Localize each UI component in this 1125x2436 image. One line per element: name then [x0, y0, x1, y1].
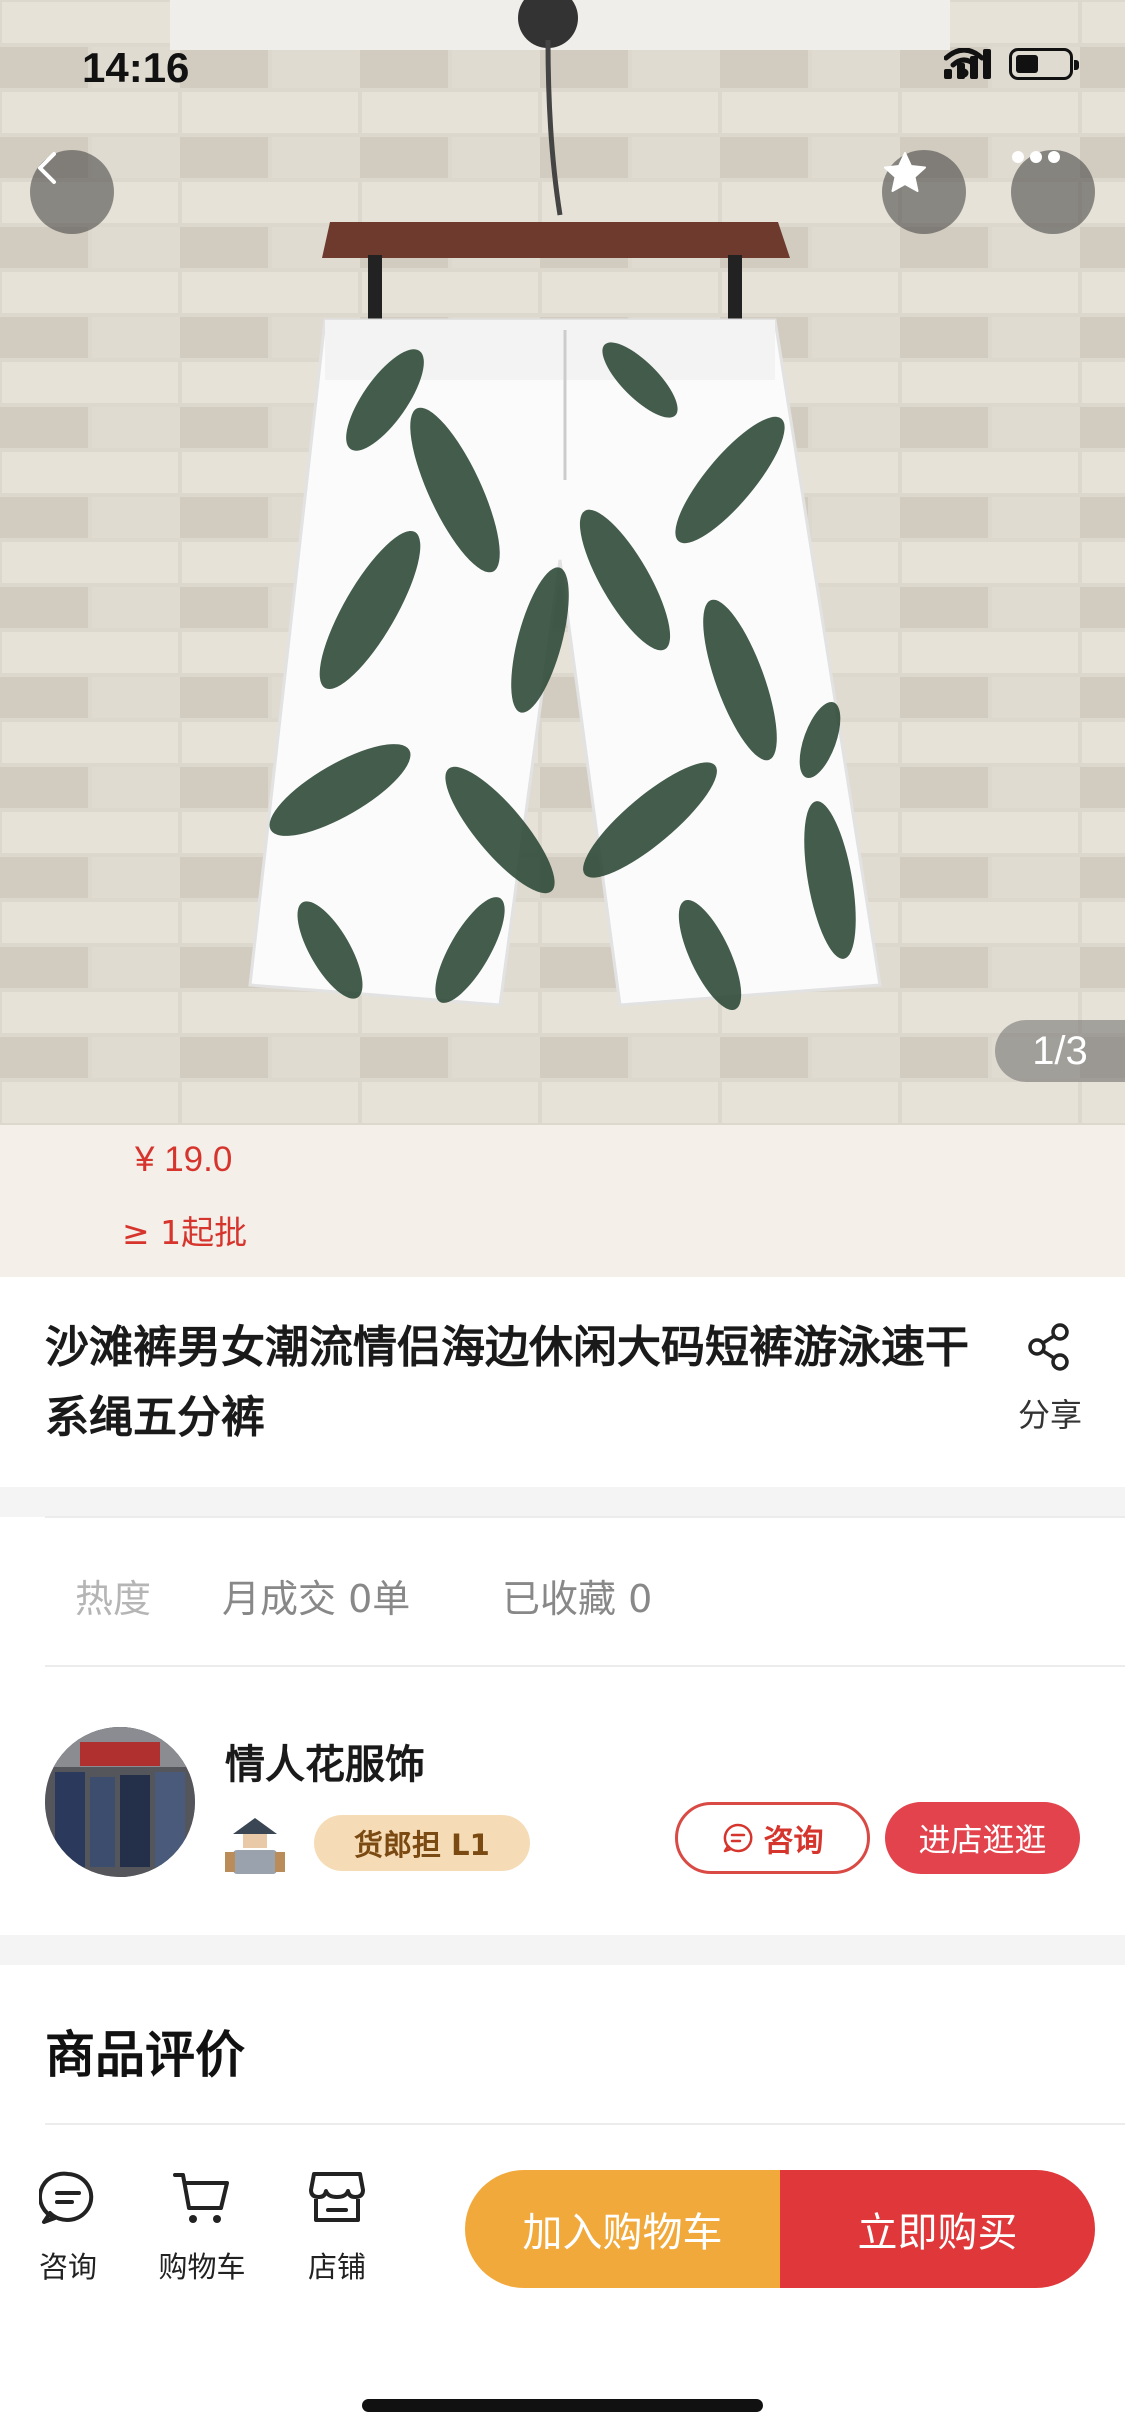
share-label: 分享	[1017, 1396, 1082, 1434]
product-title: 沙滩裤男女潮流情侣海边休闲大码短裤游泳速干系绳五分裤	[45, 1322, 969, 1443]
buy-now-button[interactable]: 立即购买	[780, 2170, 1095, 2288]
product-image[interactable]: 14:16 1/3	[0, 0, 1125, 1125]
section-divider	[0, 1487, 1125, 1517]
chat-icon	[723, 1823, 752, 1853]
status-bar: 14:16	[0, 0, 1125, 130]
price: ¥ 19.0	[135, 1140, 233, 1179]
chevron-left-icon	[38, 152, 56, 184]
enter-shop-button[interactable]: 进店逛逛	[885, 1802, 1080, 1874]
battery-icon	[1009, 48, 1079, 80]
more-button[interactable]	[1011, 150, 1095, 234]
share-button[interactable]: 分享	[1000, 1322, 1100, 1436]
status-time: 14:16	[82, 44, 190, 91]
stat-collected: 已收藏 0	[502, 1577, 653, 1621]
status-icons	[944, 48, 1079, 80]
divider-line	[45, 1665, 1125, 1667]
cart-icon	[173, 2173, 229, 2223]
store-icon	[309, 2172, 365, 2222]
tab-label: 购物车	[158, 2250, 246, 2284]
chat-icon	[39, 2171, 94, 2224]
shop-consult-button[interactable]: 咨询	[675, 1802, 870, 1874]
min-order-quantity: ≥ 1起批	[122, 1213, 248, 1252]
stat-monthly-sales: 月成交 0单	[222, 1577, 411, 1621]
more-dots-icon	[1012, 151, 1060, 163]
shop-name[interactable]: 情人花服饰	[225, 1732, 425, 1790]
shop-avatar[interactable]	[45, 1727, 195, 1877]
shop-consult-label: 咨询	[763, 1824, 824, 1859]
home-indicator[interactable]	[362, 2399, 763, 2412]
tab-label: 店铺	[307, 2250, 366, 2284]
stat-hotness: 热度	[75, 1577, 152, 1621]
divider-line	[45, 1516, 1125, 1518]
peddler-level-icon	[225, 1818, 285, 1874]
section-divider	[0, 1935, 1125, 1965]
tab-consult[interactable]: 咨询	[8, 2170, 128, 2286]
tab-store[interactable]: 店铺	[277, 2170, 397, 2286]
wifi-icon	[944, 48, 984, 78]
share-icon	[1028, 1323, 1069, 1371]
add-to-cart-button[interactable]: 加入购物车	[465, 2170, 780, 2288]
reviews-heading[interactable]: 商品评价	[45, 2015, 245, 2087]
tab-cart[interactable]: 购物车	[142, 2170, 262, 2286]
star-icon	[884, 152, 926, 192]
image-counter: 1/3	[995, 1020, 1125, 1082]
favorite-button[interactable]	[882, 150, 966, 234]
shop-level-badge: 货郎担 L1	[314, 1815, 530, 1871]
back-button[interactable]	[30, 150, 114, 234]
shop-avatar-image	[45, 1727, 195, 1877]
tab-label: 咨询	[38, 2250, 97, 2284]
